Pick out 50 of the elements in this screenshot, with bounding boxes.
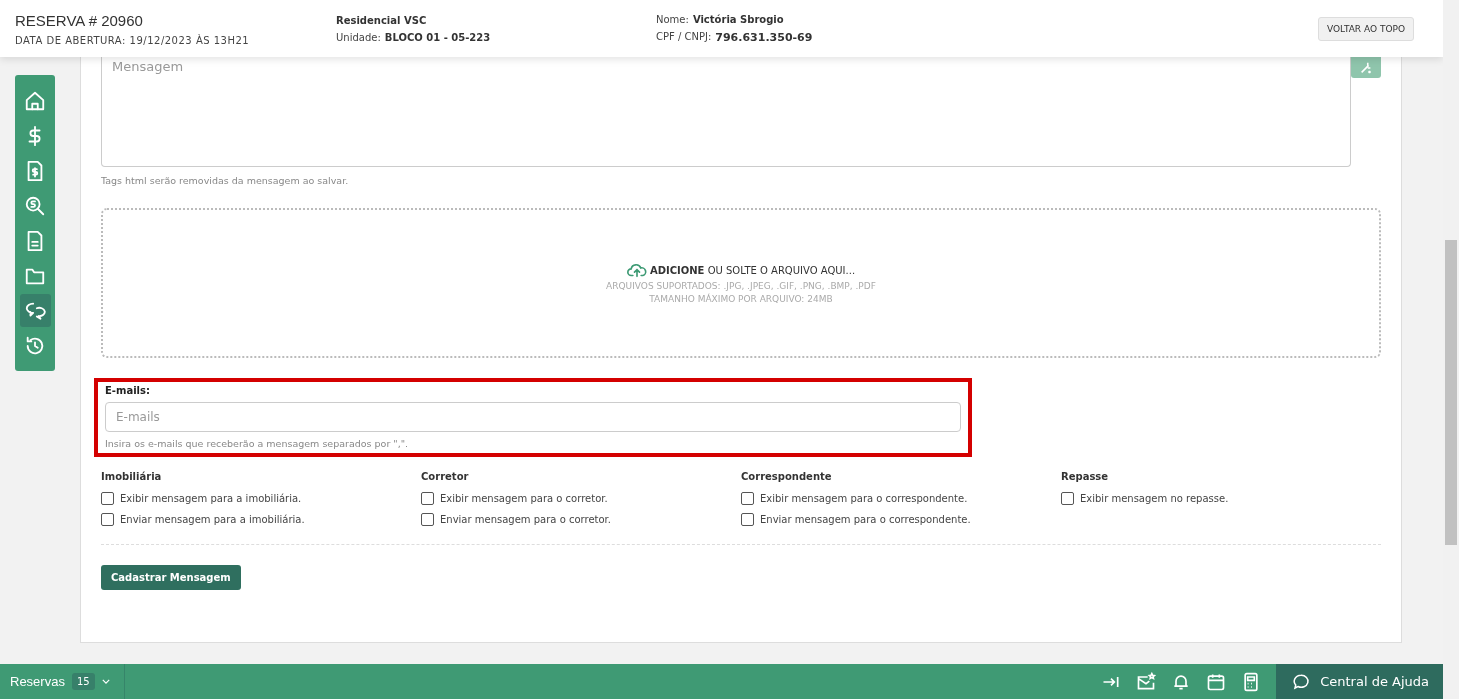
checkbox[interactable]: [741, 492, 754, 505]
help-center-button[interactable]: Central de Ajuda: [1276, 664, 1443, 699]
checkbox-label: Enviar mensagem para o corretor.: [440, 514, 611, 525]
checkbox-label: Enviar mensagem para o correspondente.: [760, 514, 971, 525]
name-value: Victória Sbrogio: [692, 13, 784, 25]
message-field[interactable]: Mensagem: [101, 57, 1351, 167]
group-title: Repasse: [1061, 471, 1110, 482]
checkbox[interactable]: [1061, 492, 1074, 505]
emails-hint: Insira os e-mails que receberão a mensagem separados por ",".: [105, 438, 410, 449]
supported-formats: ARQUIVOS SUPORTADOS: .JPG, .JPEG, .GIF, .PNG, .BMP, .PDF: [606, 280, 876, 291]
search-money-icon: [24, 194, 46, 217]
reservations-label: Reservas: [10, 674, 65, 689]
magic-wand-icon[interactable]: [1351, 57, 1381, 78]
document-value: 796.631.350-69: [715, 30, 813, 44]
envelope-star-icon[interactable]: [1136, 671, 1157, 692]
back-to-top-button[interactable]: VOLTAR AO TOPO: [1318, 16, 1414, 41]
message-hint: Tags html serão removidas da mensagem ao salvar.: [101, 175, 350, 186]
checkbox-label: Enviar mensagem para a imobiliária.: [120, 514, 305, 525]
emails-field[interactable]: E-mails: [105, 402, 961, 432]
home-icon: [24, 89, 46, 112]
group-title: Correspondente: [741, 471, 833, 482]
unit-value: BLOCO 01 - 05-223: [384, 31, 491, 43]
sidebar-item[interactable]: [19, 294, 51, 327]
checkbox-label: Exibir mensagem para o corretor.: [440, 493, 608, 504]
checkbox-label: Exibir mensagem para a imobiliária.: [120, 493, 302, 504]
checkbox-label: Exibir mensagem para o correspondente.: [760, 493, 968, 504]
opening-date: DATA DE ABERTURA: 19/12/2023 ÀS 13H21: [15, 34, 251, 46]
caret-icon[interactable]: [101, 679, 110, 684]
max-file-size: TAMANHO MÁXIMO POR ARQUIVO: 24MB: [649, 293, 833, 304]
checkbox[interactable]: [421, 513, 434, 526]
submit-button[interactable]: Cadastrar Mensagem: [101, 565, 241, 590]
name-label: Nome:: [656, 13, 689, 25]
checkbox[interactable]: [101, 513, 114, 526]
checkbox[interactable]: [741, 513, 754, 526]
document-label: CPF / CNPJ:: [656, 30, 712, 44]
checkbox[interactable]: [421, 492, 434, 505]
checkbox-label: Exibir mensagem no repasse.: [1080, 493, 1229, 504]
upload-instruction: ADICIONE OU SOLTE O ARQUIVO AQUI...: [649, 264, 856, 276]
reservation-title: RESERVA # 20960: [15, 11, 144, 29]
group-title: Imobiliária: [101, 471, 163, 482]
project-name: Residencial VSC: [336, 14, 428, 26]
cloud-upload-icon: [626, 262, 647, 278]
file-drop-zone[interactable]: ADICIONE OU SOLTE O ARQUIVO AQUI... ARQUIVOS SUPORTADOS: .JPG, .JPEG, .GIF, .PNG, .BMP, .PDF TAMANHO MÁXIMO POR ARQUIVO: 24MB: [101, 208, 1381, 358]
count-badge: 15: [71, 673, 95, 690]
unit-label: Unidade:: [336, 31, 381, 43]
checkbox[interactable]: [101, 492, 114, 505]
history-icon: [24, 334, 46, 357]
emails-label: E-mails:: [105, 385, 151, 396]
group-title: Corretor: [421, 471, 470, 482]
chat-bubble-icon: [1292, 672, 1311, 691]
